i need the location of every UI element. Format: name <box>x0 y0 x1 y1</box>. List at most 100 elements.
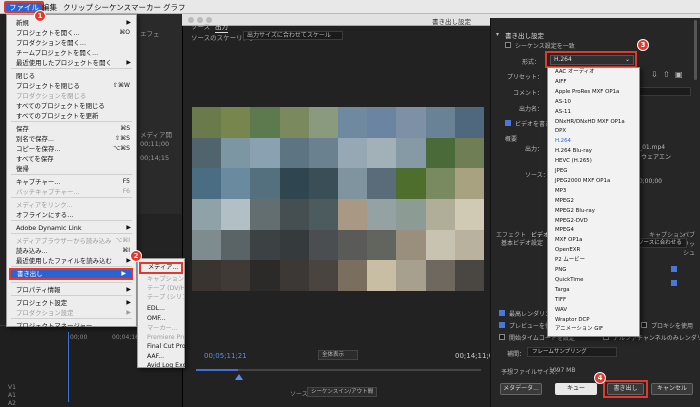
current-timecode[interactable]: 00;05;11;21 <box>204 352 247 360</box>
submenu-item-media[interactable]: メディア... <box>139 262 183 274</box>
preview-tile <box>308 260 338 291</box>
format-option[interactable]: HEVC (H.265) <box>548 157 640 167</box>
scrub-bar[interactable] <box>196 369 481 371</box>
delete-preset-icon[interactable]: ▣ <box>675 70 683 79</box>
use-previews-checkbox[interactable] <box>499 322 505 328</box>
format-option[interactable]: H.264 <box>548 137 640 147</box>
track-a2[interactable]: A2 <box>8 400 16 407</box>
file-menu-item-export[interactable]: 書き出し ▶ <box>9 268 133 280</box>
max-render-checkbox[interactable] <box>499 310 505 316</box>
format-option[interactable]: AS-10 <box>548 98 640 108</box>
file-menu-item[interactable]: 最近使用したプロジェクトを開く ▶ <box>7 58 136 68</box>
menu-shortcut: ⌥⌘I <box>115 237 130 244</box>
video-setting-checkbox-2[interactable] <box>671 280 677 286</box>
summary-encoder: ドウェアエン <box>635 154 672 161</box>
menu-sequence[interactable]: シーケンス <box>94 2 131 13</box>
format-option[interactable]: JPEG <box>548 167 640 177</box>
file-menu-item[interactable]: 別名で保存... ⇧⌘S <box>7 134 136 144</box>
format-option[interactable]: AAC オーディオ <box>548 68 640 78</box>
file-menu-item[interactable]: すべてを保存 <box>7 154 136 164</box>
format-option[interactable]: JPEG2000 MXF OP1a <box>548 177 640 187</box>
save-preset-icon[interactable]: ⇧ <box>663 70 670 79</box>
format-option[interactable]: Targa <box>548 286 640 296</box>
timeline-playhead[interactable] <box>68 332 69 402</box>
file-menu-item[interactable]: Adobe Dynamic Link ▶ <box>7 223 136 233</box>
format-option[interactable]: MPEG2 <box>548 197 640 207</box>
import-preset-icon[interactable]: ⇩ <box>651 70 658 79</box>
file-menu-item[interactable]: プロジェクトを閉じる ⇧⌘W <box>7 81 136 91</box>
format-option[interactable]: アニメーション GIF <box>548 325 640 335</box>
menu-separator <box>11 220 132 221</box>
format-option[interactable]: QuickTime <box>548 276 640 286</box>
file-menu-item[interactable]: すべてのプロジェクトを閉じる <box>7 101 136 111</box>
format-option[interactable]: MXF OP1a <box>548 236 640 246</box>
video-setting-checkbox[interactable] <box>671 266 677 272</box>
metadata-button[interactable]: メタデータ... <box>500 383 542 395</box>
interp-select[interactable]: フレームサンプリング <box>527 347 617 357</box>
file-menu-item[interactable]: 新規 ▶ <box>7 18 136 28</box>
format-option[interactable]: MP3 <box>548 187 640 197</box>
file-menu-item[interactable]: 保存 ⌘S <box>7 124 136 134</box>
scaling-select[interactable]: 出力サイズに合わせてスケール <box>243 31 343 40</box>
track-v1[interactable]: V1 <box>8 384 16 391</box>
file-menu-item[interactable]: チームプロジェクトを開く... <box>7 48 136 58</box>
start-timecode-checkbox[interactable] <box>499 334 505 340</box>
track-a1[interactable]: A1 <box>8 392 16 399</box>
format-option[interactable]: MPEG2 Blu-ray <box>548 207 640 217</box>
cancel-button[interactable]: キャンセル <box>651 383 693 395</box>
file-menu-item[interactable]: 読み込み... ⌘I <box>7 246 136 256</box>
file-menu-item[interactable]: プロパティ情報 ▶ <box>7 285 136 295</box>
file-menu-item[interactable]: プロジェクトを開く... ⌘O <box>7 28 136 38</box>
collapse-icon[interactable]: ▾ <box>496 31 499 38</box>
file-menu-item[interactable]: コピーを保存... ⌥⌘S <box>7 144 136 154</box>
export-video-checkbox[interactable] <box>505 120 511 126</box>
file-menu-item[interactable]: プロジェクト設定 ▶ <box>7 298 136 308</box>
use-proxies-checkbox[interactable] <box>641 322 647 328</box>
format-option[interactable]: P2 ムービー <box>548 256 640 266</box>
file-menu-item[interactable]: 復帰 <box>7 164 136 174</box>
format-option[interactable]: AIFF <box>548 78 640 88</box>
file-menu: 新規 ▶ プロジェクトを開く... ⌘O プロダクションを開く... チームプロジェクトを… <box>6 14 137 330</box>
export-button[interactable]: 書き出し <box>607 383 644 395</box>
submenu-item[interactable]: EDL... <box>138 304 185 314</box>
format-option[interactable]: DNxHR/DNxHD MXF OP1a <box>548 118 640 128</box>
submenu-item[interactable]: Final Cut Pro XML... <box>138 342 185 352</box>
menu-marker[interactable]: マーカー <box>131 2 161 13</box>
match-source-button[interactable]: ソースに合わせる <box>633 238 687 248</box>
submenu-item[interactable]: Avid Log Exchange... <box>138 361 185 371</box>
file-menu-item-label: プロパティ情報 <box>16 286 61 294</box>
format-option[interactable]: MPEG2-DVD <box>548 217 640 227</box>
zoom-fit-select[interactable]: 全体表示 <box>318 350 358 360</box>
file-menu-item[interactable]: すべてのプロジェクトを更新 <box>7 111 136 121</box>
format-option[interactable]: Apple ProRes MXF OP1a <box>548 88 640 98</box>
match-sequence-checkbox[interactable] <box>505 42 511 48</box>
file-menu-item[interactable]: プロジェクトマネージャー... <box>7 321 136 331</box>
tab-source[interactable]: ソース <box>191 21 210 31</box>
panel-tab-effects[interactable]: エフェ <box>140 28 160 38</box>
format-option[interactable]: MPEG4 <box>548 226 640 236</box>
format-option[interactable]: AS-11 <box>548 108 640 118</box>
format-option[interactable]: OpenEXR <box>548 246 640 256</box>
file-menu-item[interactable]: オフラインにする... <box>7 210 136 220</box>
format-option[interactable]: H.264 Blu-ray <box>548 147 640 157</box>
format-option[interactable]: WAV <box>548 306 640 316</box>
format-select-value: H.264 <box>554 56 572 63</box>
file-menu-item[interactable]: キャプチャー... F5 <box>7 177 136 187</box>
file-menu-item[interactable]: プロダクションを開く... <box>7 38 136 48</box>
menu-graphics[interactable]: グラフ <box>163 2 186 13</box>
source-range-select[interactable]: シーケンスイン/アウト間 <box>307 387 377 397</box>
format-option[interactable]: TIFF <box>548 296 640 306</box>
format-option[interactable]: DPX <box>548 127 640 137</box>
file-menu-item[interactable]: 最近使用したファイルを読み込む ▶ <box>7 256 136 266</box>
format-option[interactable]: Wraptor DCP <box>548 316 640 326</box>
format-select[interactable]: H.264 ⌄ <box>550 55 634 65</box>
preview-tile <box>279 229 309 261</box>
queue-button[interactable]: キュー <box>555 383 597 395</box>
file-menu-item[interactable]: 閉じる <box>7 71 136 81</box>
submenu-item[interactable]: OMF... <box>138 314 185 324</box>
playhead-icon[interactable] <box>235 374 243 380</box>
format-option[interactable]: PNG <box>548 266 640 276</box>
menu-clip[interactable]: クリップ <box>63 2 93 13</box>
preview-tile <box>338 137 368 169</box>
settings-scrollbar[interactable] <box>694 20 697 80</box>
